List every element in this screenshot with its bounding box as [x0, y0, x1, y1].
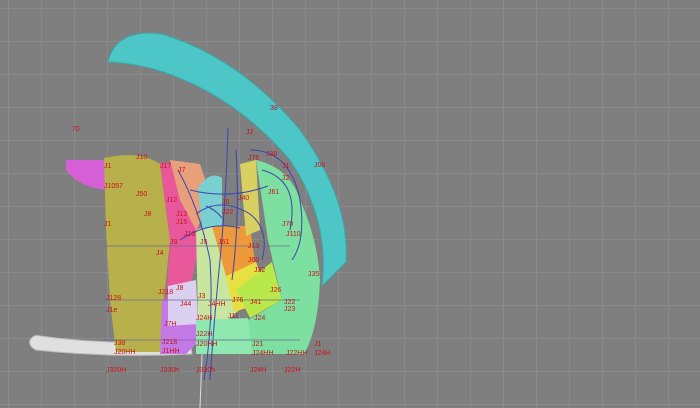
point-label: J61 — [268, 189, 279, 196]
point-label: J24H — [250, 367, 266, 374]
point-label: J24H — [314, 350, 330, 357]
point-label: J2 — [282, 175, 290, 182]
point-label: J41 — [250, 299, 261, 306]
point-label: J22 — [284, 299, 295, 306]
point-label: J1e — [106, 307, 117, 314]
point-label: J13 — [248, 243, 259, 250]
point-label: J4 — [156, 250, 164, 257]
pattern-drawing[interactable]: 70 38 J2 J06 J1 J10 J1057 J50 J8 J1 J17 … — [0, 0, 700, 408]
point-label: J76 — [232, 297, 243, 304]
point-label: J330h — [160, 367, 179, 374]
point-label: J22 — [222, 209, 233, 216]
point-label: J110 — [286, 231, 301, 238]
point-label: J24H — [196, 315, 212, 322]
point-label: J1057 — [104, 183, 123, 190]
point-label: J20HH — [196, 341, 217, 348]
point-label: J2 — [246, 129, 254, 136]
point-label: J7 — [178, 167, 186, 174]
point-label: J17 — [160, 163, 171, 170]
point-label: J38 — [114, 340, 125, 347]
point-label: J0 — [222, 199, 230, 206]
point-label: J320H — [106, 367, 126, 374]
point-label: J7H — [164, 321, 176, 328]
point-label: J8 — [144, 211, 152, 218]
point-label: J22H — [196, 331, 212, 338]
point-label: J35 — [308, 271, 319, 278]
point-label: J70 — [282, 221, 293, 228]
point-label: J330h — [196, 367, 215, 374]
point-label: J218 — [162, 339, 177, 346]
piece-cyan-small[interactable] — [198, 175, 222, 228]
point-label: J40 — [238, 195, 249, 202]
point-label: J24 — [254, 315, 265, 322]
point-label: J50 — [136, 191, 147, 198]
point-label: J4HH — [208, 301, 226, 308]
point-label: J12 — [166, 197, 177, 204]
point-label: J38 — [266, 151, 277, 158]
point-label: J8 — [176, 285, 184, 292]
point-label: J10 — [136, 154, 147, 161]
point-label: J20HH — [114, 349, 135, 356]
point-label: J23 — [284, 306, 295, 313]
point-label: J15 — [176, 219, 187, 226]
point-label: J16 — [184, 231, 195, 238]
point-label: J5 — [200, 239, 208, 246]
point-label: J1 — [104, 163, 112, 170]
point-label: J13 — [176, 211, 187, 218]
point-label: J21 — [252, 341, 263, 348]
point-label: 38 — [270, 105, 278, 112]
point-label: J32 — [254, 267, 265, 274]
point-label: J11 — [228, 313, 239, 320]
point-label: 70 — [72, 126, 80, 133]
point-label: J1 — [282, 163, 290, 170]
point-label: J76 — [248, 155, 259, 162]
point-label: J22HH — [286, 350, 307, 357]
point-label: J44 — [180, 301, 191, 308]
point-label: J61 — [218, 239, 229, 246]
point-label: J128 — [106, 295, 121, 302]
point-label: J60 — [248, 257, 259, 264]
point-label: J22H — [284, 367, 300, 374]
point-label: J26 — [270, 287, 281, 294]
point-label: J24HH — [252, 350, 273, 357]
point-label: J9 — [170, 239, 178, 246]
pattern-canvas[interactable]: 70 38 J2 J06 J1 J10 J1057 J50 J8 J1 J17 … — [0, 0, 700, 408]
point-label: J1 — [314, 341, 322, 348]
point-label: J1HH — [162, 348, 180, 355]
point-label: J3 — [198, 293, 206, 300]
point-label: J1 — [104, 221, 112, 228]
point-label: J06 — [314, 162, 325, 169]
point-label: J218 — [158, 289, 173, 296]
